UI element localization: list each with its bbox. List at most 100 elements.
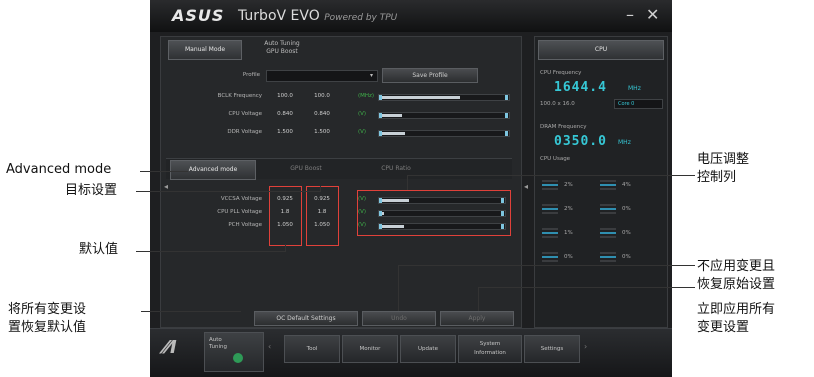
auto-tuning-label: Auto Tuning [209,337,228,350]
main-row-label: BCLK Frequency [217,93,262,99]
taskbar-settings-button[interactable]: Settings [524,335,580,363]
cpu-usage-value: 0% [622,230,631,236]
app-title-text: TurboV EVO [238,8,320,24]
cpu-usage-bar [542,252,558,254]
main-row-slider[interactable] [378,112,510,119]
slider-handle[interactable] [379,113,382,118]
main-row-slider[interactable] [378,94,510,101]
cpu-usage-bar [600,236,616,238]
annotation-apply-line1: 立即应用所有 [697,302,776,317]
cpu-usage-bar [542,232,558,234]
tab-manual-mode[interactable]: Manual Mode [168,40,242,60]
close-button[interactable]: ✕ [646,5,659,24]
taskbar-tool-button[interactable]: Tool [284,335,340,363]
taskbar-update-button[interactable]: Update [400,335,456,363]
main-row-unit: (V) [358,111,367,117]
slider-fill [379,96,460,99]
annotation-advanced-mode: Advanced mode [6,162,112,177]
annotation-undo-line2: 恢复原始设置 [697,277,776,292]
cpu-usage-bar [600,252,616,254]
default-settings-button[interactable]: OC Default Settings [254,311,358,326]
main-row-slider[interactable] [378,130,510,137]
minimize-button[interactable]: – [626,5,634,24]
main-row-default-value: 100.0 [277,93,293,99]
auto-tuning-icon [233,353,243,363]
leader-apply-tick [478,287,479,311]
cpu-usage-bar [542,228,558,230]
main-row-label: CPU Voltage [228,111,262,117]
cpu-usage-bar [542,208,558,210]
advanced-row-label: PCH Voltage [228,222,262,228]
cpu-usage-value: 4% [622,182,631,188]
asus-logo: ASUS [172,6,225,25]
main-row-target-value: 100.0 [314,93,330,99]
save-profile-button[interactable]: Save Profile [382,68,478,83]
chevron-down-icon: ▾ [369,72,373,79]
voltage-slider-highlight [357,190,511,236]
slider-end-marker [505,113,508,118]
cpu-usage-value: 0% [622,206,631,212]
main-row-default-value: 1.500 [277,129,293,135]
slider-end-marker [505,131,508,136]
main-row-label: DDR Voltage [227,129,262,135]
core-selector[interactable]: Core 0 [614,99,663,109]
taskbar-next-icon[interactable]: › [584,342,587,351]
profile-dropdown[interactable]: ▾ [266,70,378,82]
annotation-voltage-adjust-line1: 电压调整 [697,152,750,167]
annotation-default-value: 默认值 [79,242,119,257]
app-title: TurboV EVO Powered by TPU [238,8,397,24]
tab-auto-tuning[interactable]: Auto Tuning GPU Boost [246,38,318,62]
dram-frequency-unit: MHz [618,139,631,146]
target-value-highlight [306,186,339,246]
cpu-frequency-value: 1644.4 [554,80,607,95]
annotation-undo: 不应用变更且 恢复原始设置 [697,258,775,294]
slider-handle[interactable] [379,131,382,136]
scroll-left-icon[interactable]: ◂ [164,182,168,191]
cpu-usage-bar [542,204,558,206]
cpu-usage-bar [542,256,558,258]
cpu-usage-value: 0% [564,254,573,260]
slider-fill [379,132,405,135]
annotation-undo-line1: 不应用变更且 [697,259,776,274]
default-value-highlight [269,186,302,246]
leader-target-settings [136,191,321,192]
main-row-target-value: 1.500 [314,129,330,135]
ai-suite-logo-icon[interactable]: ⁄⁄I [164,337,194,363]
slider-end-marker [505,95,508,100]
taskbar-prev-icon[interactable]: ‹ [268,342,271,351]
advanced-row-label: CPU PLL Voltage [217,209,262,215]
cpu-usage-bar [600,208,616,210]
cpu-frequency-unit: MHz [628,85,641,92]
cpu-usage-value: 0% [622,254,631,260]
cpu-usage-bar [542,212,558,214]
main-row-target-value: 0.840 [314,111,330,117]
advanced-row-label: VCCSA Voltage [220,196,262,202]
undo-button[interactable]: Undo [362,311,436,326]
cpu-usage-bar [600,184,616,186]
taskbar-monitor-button[interactable]: Monitor [342,335,398,363]
taskbar-system-info-button[interactable]: System Information [458,335,522,363]
panel-arrow-icon[interactable]: ◂ [524,182,528,191]
auto-tuning-button[interactable]: Auto Tuning [204,332,264,372]
slider-handle[interactable] [379,95,382,100]
cpu-usage-bar [600,204,616,206]
leader-default-value [136,251,286,252]
cpu-usage-bar [600,188,616,190]
turbov-evo-window: ASUS TurboV EVO Powered by TPU – ✕ Manua… [150,0,672,377]
annotation-voltage-adjust-line2: 控制列 [697,170,737,185]
apply-button[interactable]: Apply [440,311,514,326]
dram-frequency-label: DRAM Frequency [540,124,587,130]
cpu-frequency-detail: 100.0 x 16.0 [540,101,575,107]
tab-advanced-mode[interactable]: Advanced mode [170,160,256,180]
cpu-usage-bar [542,188,558,190]
cpu-usage-bar [542,260,558,262]
cpu-usage-value: 2% [564,182,573,188]
annotation-apply-line2: 变更设置 [697,320,750,335]
cpu-usage-bar [600,256,616,258]
tab-gpu-boost[interactable]: GPU Boost [264,160,348,178]
annotation-voltage-adjust: 电压调整 控制列 [697,151,749,187]
dram-frequency-value: 0350.0 [554,134,607,149]
cpu-usage-bar [600,232,616,234]
cpu-usage-value: 1% [564,230,573,236]
powered-by-text: Powered by TPU [324,13,398,23]
